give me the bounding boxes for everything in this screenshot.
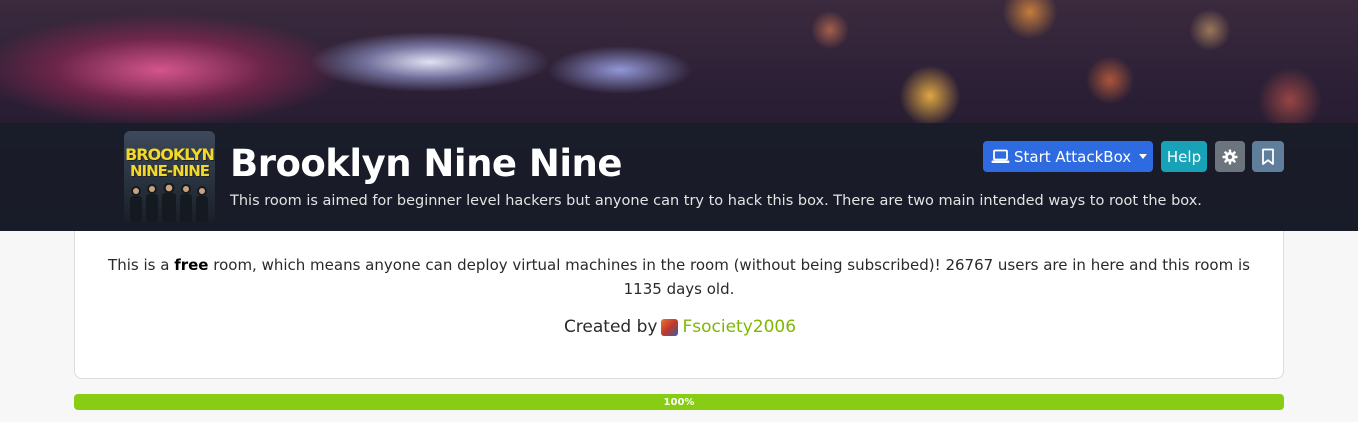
avatar: [661, 318, 679, 336]
info-body: room, which means anyone can deploy virt…: [213, 256, 1250, 298]
gear-icon: [1222, 149, 1238, 164]
thumbnail-title-line2: NINE-NINE: [129, 162, 210, 180]
thumbnail-cast-image: [130, 183, 208, 222]
progress-fill: 100%: [74, 394, 1284, 410]
bookmark-icon: [1262, 148, 1274, 165]
room-info-text: This is a free room, which means anyone …: [99, 253, 1259, 301]
creator-link[interactable]: Fsociety2006: [682, 317, 796, 337]
chevron-down-icon[interactable]: [1139, 154, 1147, 159]
info-prefix: This is a: [108, 256, 170, 274]
help-button[interactable]: Help: [1161, 141, 1207, 172]
room-title: Brooklyn Nine Nine: [230, 142, 622, 185]
settings-button[interactable]: [1215, 141, 1245, 172]
bookmark-button[interactable]: [1252, 141, 1284, 172]
room-description: This room is aimed for beginner level ha…: [230, 193, 1202, 209]
free-label: free: [174, 256, 209, 274]
start-attackbox-button[interactable]: Start AttackBox: [983, 141, 1153, 172]
laptop-icon: [991, 149, 1010, 164]
created-by: Created by Fsociety2006: [75, 317, 1285, 337]
room-progress-bar: 100%: [74, 394, 1284, 410]
room-info-card: This is a free room, which means anyone …: [74, 231, 1284, 379]
start-attackbox-label: Start AttackBox: [1014, 147, 1132, 166]
created-by-label: Created by: [563, 317, 658, 337]
room-thumbnail: BROOKLYN NINE-NINE: [124, 131, 215, 222]
